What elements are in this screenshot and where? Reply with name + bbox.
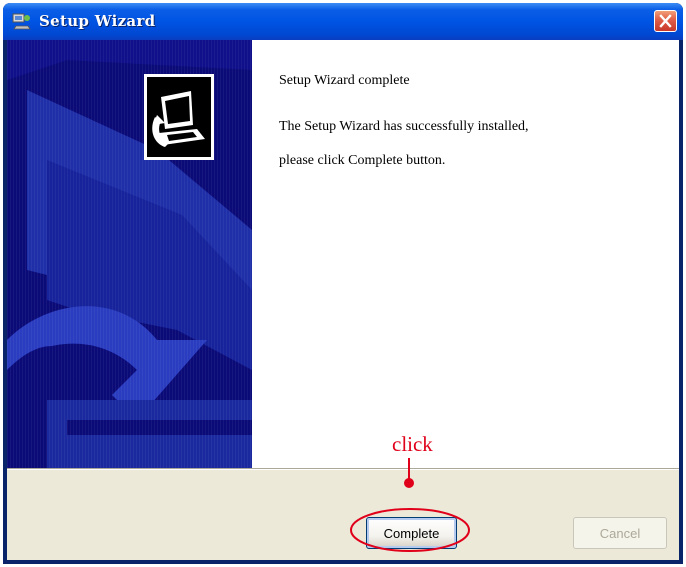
window-title: Setup Wizard [39,12,156,30]
dialog-client-area: Setup Wizard complete The Setup Wizard h… [7,40,679,560]
setup-wizard-icon [12,13,31,30]
click-annotation-label: click [392,432,433,456]
cancel-button[interactable]: Cancel [573,517,667,549]
setup-computer-icon [144,74,214,160]
complete-button[interactable]: Complete [366,517,457,549]
close-button[interactable] [654,10,677,32]
completion-message-line2: please click Complete button. [279,153,446,168]
completion-message-line1: The Setup Wizard has successfully instal… [279,119,529,134]
title-bar[interactable]: Setup Wizard [3,3,683,40]
banner-stripes [7,40,252,468]
wizard-content-panel: Setup Wizard complete The Setup Wizard h… [252,40,679,468]
completion-heading: Setup Wizard complete [279,73,410,88]
button-area-separator [7,468,679,470]
setup-wizard-window: Setup Wizard Setup Wizard complete The S… [3,3,683,564]
wizard-banner [7,40,252,468]
close-icon [659,14,672,28]
